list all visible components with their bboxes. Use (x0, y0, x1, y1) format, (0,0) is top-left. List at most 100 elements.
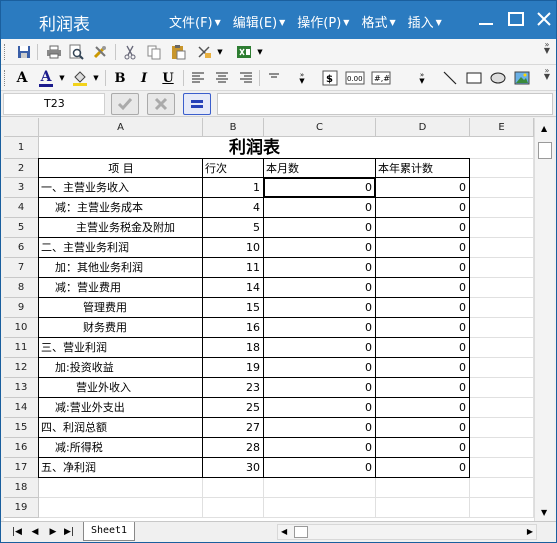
this-month-cell[interactable]: 0 (264, 378, 372, 398)
clear-dropdown-arrow[interactable]: ▼ (215, 43, 225, 61)
formula-equals-button[interactable] (183, 93, 211, 115)
row-header-8[interactable]: 8 (4, 278, 39, 298)
ytd-cell[interactable]: 0 (376, 258, 466, 278)
ytd-cell[interactable]: 0 (376, 178, 466, 198)
line-number-cell[interactable]: 27 (203, 418, 260, 438)
row-header-11[interactable]: 11 (4, 338, 39, 358)
first-sheet-icon[interactable]: |◀ (11, 526, 23, 538)
column-header-c[interactable]: C (264, 118, 376, 137)
row-header-18[interactable]: 18 (4, 478, 39, 498)
excel-button[interactable] (235, 43, 253, 61)
ellipse-tool-button[interactable] (489, 69, 507, 87)
align-left-button[interactable] (189, 69, 207, 87)
this-month-cell[interactable]: 0 (264, 338, 372, 358)
line-number-cell[interactable]: 5 (203, 218, 260, 238)
line-number-cell[interactable]: 18 (203, 338, 260, 358)
clear-button[interactable] (195, 43, 213, 61)
picture-tool-button[interactable] (513, 69, 531, 87)
paste-button[interactable] (169, 43, 187, 61)
row-header-3[interactable]: 3 (4, 178, 39, 198)
row-header-16[interactable]: 16 (4, 438, 39, 458)
spreadsheet-grid[interactable]: A B C D E 1 2 3 4 5 6 7 8 9 10 11 12 13 14 15 16 17 18 19 利润表项 目… (4, 118, 534, 521)
fill-color-button[interactable] (71, 69, 89, 87)
item-cell[interactable]: 三、营业利润 (41, 338, 201, 358)
ytd-cell[interactable]: 0 (376, 458, 466, 478)
this-month-cell[interactable]: 0 (264, 298, 372, 318)
tools-button[interactable] (91, 43, 109, 61)
line-tool-button[interactable] (441, 69, 459, 87)
decimal-button[interactable]: 0.00 (345, 69, 365, 87)
this-month-cell[interactable]: 0 (264, 358, 372, 378)
ytd-cell[interactable]: 0 (376, 278, 466, 298)
ytd-cell[interactable]: 0 (376, 438, 466, 458)
menu-format[interactable]: 格式 ▼ (361, 12, 395, 31)
ytd-cell[interactable]: 0 (376, 218, 466, 238)
print-button[interactable] (45, 43, 63, 61)
menu-insert[interactable]: 插入 ▼ (408, 12, 442, 31)
item-cell[interactable]: 减：营业费用 (41, 278, 201, 298)
scroll-up-icon[interactable]: ▲ (541, 124, 547, 133)
row-header-2[interactable]: 2 (4, 159, 39, 178)
row-header-5[interactable]: 5 (4, 218, 39, 238)
close-button[interactable] (535, 10, 553, 28)
toolbar-grip[interactable] (4, 44, 7, 60)
line-number-cell[interactable]: 11 (203, 258, 260, 278)
minimize-button[interactable] (477, 10, 495, 28)
line-number-cell[interactable]: 10 (203, 238, 260, 258)
item-cell[interactable]: 五、净利润 (41, 458, 201, 478)
column-header-a[interactable]: A (39, 118, 203, 137)
item-cell[interactable]: 财务费用 (41, 318, 201, 338)
line-number-cell[interactable]: 4 (203, 198, 260, 218)
this-month-cell[interactable]: 0 (264, 218, 372, 238)
horizontal-scrollbar[interactable]: ◀ ▶ (277, 524, 537, 540)
menu-operate[interactable]: 操作(P) ▼ (297, 12, 349, 31)
menu-file[interactable]: 文件(F) ▼ (169, 12, 221, 31)
formula-input[interactable] (217, 93, 553, 115)
corner-select-all[interactable] (4, 118, 39, 137)
toolbar-grip[interactable] (4, 70, 7, 86)
item-cell[interactable]: 二、主营业务利润 (41, 238, 201, 258)
cell-reference-box[interactable]: T23 (3, 93, 105, 115)
item-cell[interactable]: 加:投资收益 (41, 358, 201, 378)
scroll-right-icon[interactable]: ▶ (527, 527, 533, 536)
save-button[interactable] (15, 43, 33, 61)
copy-button[interactable] (145, 43, 163, 61)
column-header-e[interactable]: E (470, 118, 534, 137)
this-month-cell[interactable]: 0 (264, 438, 372, 458)
align-right-button[interactable] (237, 69, 255, 87)
scroll-left-icon[interactable]: ◀ (281, 527, 287, 536)
this-month-cell[interactable]: 0 (264, 278, 372, 298)
ytd-cell[interactable]: 0 (376, 398, 466, 418)
underline-button[interactable]: U (159, 69, 177, 87)
toolbar-overflow-button-4[interactable]: » ▼ (542, 67, 552, 88)
this-month-cell[interactable]: 0 (264, 238, 372, 258)
row-header-14[interactable]: 14 (4, 398, 39, 418)
menu-edit[interactable]: 编辑(E) ▼ (233, 12, 286, 31)
maximize-button[interactable] (507, 10, 525, 28)
line-number-cell[interactable]: 14 (203, 278, 260, 298)
vertical-scroll-thumb[interactable] (538, 142, 552, 159)
font-color-dropdown-arrow[interactable]: ▼ (57, 69, 67, 87)
vertical-align-button[interactable] (265, 69, 283, 87)
this-month-cell[interactable]: 0 (264, 398, 372, 418)
horizontal-scroll-thumb[interactable] (294, 526, 308, 538)
column-header-b[interactable]: B (203, 118, 264, 137)
ytd-cell[interactable]: 0 (376, 378, 466, 398)
scroll-down-icon[interactable]: ▼ (541, 508, 547, 517)
item-cell[interactable]: 主营业务税金及附加 (41, 218, 201, 238)
row-header-12[interactable]: 12 (4, 358, 39, 378)
column-header-d[interactable]: D (376, 118, 470, 137)
ytd-cell[interactable]: 0 (376, 238, 466, 258)
vertical-scrollbar[interactable]: ▲ ▼ (534, 118, 554, 521)
row-header-19[interactable]: 19 (4, 498, 39, 518)
this-month-cell[interactable]: 0 (264, 318, 372, 338)
this-month-cell[interactable]: 0 (264, 258, 372, 278)
excel-dropdown-arrow[interactable]: ▼ (255, 43, 265, 61)
last-sheet-icon[interactable]: ▶| (63, 526, 75, 538)
bold-button[interactable]: B (111, 69, 129, 87)
number-format-button[interactable]: #,# (371, 69, 391, 87)
item-cell[interactable]: 减:营业外支出 (41, 398, 201, 418)
prev-sheet-icon[interactable]: ◀ (29, 526, 41, 538)
ytd-cell[interactable]: 0 (376, 198, 466, 218)
line-number-cell[interactable]: 19 (203, 358, 260, 378)
